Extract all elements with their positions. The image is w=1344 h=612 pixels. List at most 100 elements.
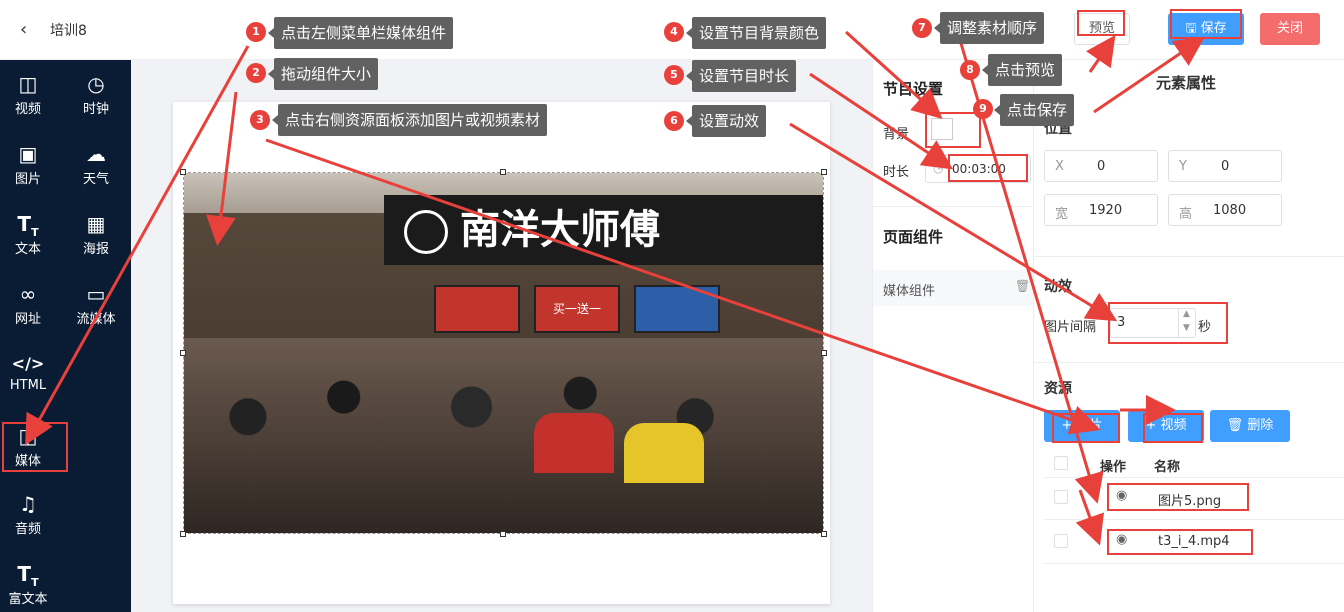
element-properties-title: 元素属性 bbox=[1156, 74, 1217, 92]
photo-shop-sign: 南洋大师傅 bbox=[384, 195, 823, 265]
photo-person bbox=[534, 413, 614, 473]
divider bbox=[1034, 256, 1344, 257]
sidebar-item-image[interactable]: ▣ 图片 bbox=[0, 130, 56, 190]
row-checkbox[interactable] bbox=[1054, 490, 1068, 504]
sidebar-item-label: 时钟 bbox=[82, 102, 109, 117]
sidebar-item-html[interactable]: </> HTML bbox=[0, 340, 56, 400]
trash-icon: 🗑 bbox=[1226, 418, 1248, 433]
photo-screen bbox=[634, 285, 720, 333]
program-stage[interactable]: 南洋大师傅 买一送一 bbox=[173, 102, 830, 604]
sidebar-item-audio[interactable]: ♫ 音频 bbox=[0, 480, 56, 540]
sidebar-item-label: 天气 bbox=[82, 172, 109, 187]
height-label: 高 bbox=[1179, 207, 1193, 222]
sidebar-item-label: 图片 bbox=[14, 172, 41, 187]
resize-handle[interactable] bbox=[180, 531, 186, 537]
clock-icon: ◷ bbox=[87, 72, 105, 96]
duration-label: 时长 bbox=[883, 165, 910, 180]
highlight-add-image bbox=[1052, 413, 1120, 443]
highlight-duration bbox=[948, 154, 1028, 182]
resize-handle[interactable] bbox=[821, 169, 827, 175]
column-header-action: 操作 bbox=[1100, 460, 1127, 475]
select-all-checkbox[interactable] bbox=[1054, 456, 1068, 470]
step-tooltip: 设置节目时长 bbox=[685, 60, 797, 92]
video-icon: ◫ bbox=[18, 72, 38, 96]
resize-handle[interactable] bbox=[500, 169, 506, 175]
resize-handle[interactable] bbox=[180, 169, 186, 175]
step-tooltip: 点击预览 bbox=[981, 54, 1063, 86]
resize-handle[interactable] bbox=[500, 531, 506, 537]
height-value: 1080 bbox=[1213, 203, 1247, 218]
rich-text-icon: TT bbox=[17, 562, 39, 589]
resources-section-title: 资源 bbox=[1044, 381, 1072, 397]
clock-icon: ◷ bbox=[933, 161, 944, 175]
sidebar-item-label: 文本 bbox=[14, 242, 41, 257]
column-header-name: 名称 bbox=[1154, 460, 1181, 475]
step-badge: 8 bbox=[960, 60, 980, 80]
photo-screen bbox=[434, 285, 520, 333]
trash-icon[interactable]: 🗑 bbox=[1015, 279, 1030, 293]
photo-person bbox=[624, 423, 704, 483]
x-label: X bbox=[1055, 159, 1064, 174]
highlight-row-1 bbox=[1107, 483, 1249, 511]
image-interval-label: 图片间隔 bbox=[1044, 320, 1097, 335]
row-checkbox[interactable] bbox=[1054, 534, 1068, 548]
resize-handle[interactable] bbox=[821, 350, 827, 356]
sidebar-item-rich-text[interactable]: TT 富文本 bbox=[0, 550, 56, 610]
step-badge: 5 bbox=[664, 65, 684, 85]
step-badge: 1 bbox=[246, 22, 266, 42]
code-icon: </> bbox=[11, 354, 45, 373]
divider bbox=[1034, 362, 1344, 363]
x-input[interactable]: X 0 bbox=[1044, 150, 1158, 182]
sidebar-item-label: 音频 bbox=[14, 522, 41, 537]
y-value: 0 bbox=[1221, 159, 1230, 174]
sidebar-item-link[interactable]: ∞ 网址 bbox=[0, 270, 56, 330]
close-button[interactable]: 关闭 bbox=[1260, 13, 1320, 45]
sidebar-item-label: 网址 bbox=[14, 312, 41, 327]
step-tooltip: 点击右侧资源面板添加图片或视频素材 bbox=[271, 104, 548, 136]
resize-handle[interactable] bbox=[180, 350, 186, 356]
page-components-title: 页面组件 bbox=[883, 228, 944, 246]
sidebar-item-label: 视频 bbox=[14, 102, 41, 117]
step-badge: 6 bbox=[664, 111, 684, 131]
step-badge: 7 bbox=[912, 18, 932, 38]
resource-table-header: 操作 名称 bbox=[1044, 452, 1344, 478]
background-label: 背景 bbox=[883, 127, 910, 142]
image-icon: ▣ bbox=[18, 142, 38, 166]
sidebar-item-label: HTML bbox=[9, 378, 47, 393]
component-name: 媒体组件 bbox=[883, 284, 936, 299]
chevron-left-icon[interactable]: ‹ bbox=[20, 19, 27, 40]
width-value: 1920 bbox=[1089, 203, 1123, 218]
sidebar-item-label: 海报 bbox=[82, 242, 109, 257]
width-input[interactable]: 宽 1920 bbox=[1044, 194, 1158, 226]
sidebar-item-stream[interactable]: ▭ 流媒体 bbox=[68, 270, 124, 330]
step-tooltip: 拖动组件大小 bbox=[267, 58, 379, 90]
step-tooltip: 设置节目背景颜色 bbox=[685, 17, 827, 49]
cloud-icon: ☁ bbox=[86, 142, 106, 166]
x-value: 0 bbox=[1097, 159, 1106, 174]
component-list-item[interactable]: 媒体组件 🗑 bbox=[873, 270, 1033, 306]
highlight-row-2 bbox=[1107, 529, 1253, 555]
step-badge: 9 bbox=[973, 99, 993, 119]
text-icon: TT bbox=[17, 212, 39, 239]
sidebar-item-text[interactable]: TT 文本 bbox=[0, 200, 56, 260]
y-input[interactable]: Y 0 bbox=[1168, 150, 1282, 182]
height-input[interactable]: 高 1080 bbox=[1168, 194, 1282, 226]
editor-canvas-area: 南洋大师傅 买一送一 bbox=[131, 60, 872, 612]
media-component[interactable]: 南洋大师傅 买一送一 bbox=[183, 172, 824, 534]
sidebar-item-weather[interactable]: ☁ 天气 bbox=[68, 130, 124, 190]
sidebar-item-clock[interactable]: ◷ 时钟 bbox=[68, 60, 124, 120]
delete-button[interactable]: 🗑 删除 bbox=[1210, 410, 1290, 442]
step-badge: 3 bbox=[250, 110, 270, 130]
resize-handle[interactable] bbox=[821, 531, 827, 537]
program-settings-title: 节目设置 bbox=[883, 80, 944, 98]
width-label: 宽 bbox=[1055, 207, 1069, 222]
animation-section-title: 动效 bbox=[1044, 279, 1072, 295]
page-title: 培训8 bbox=[50, 23, 87, 39]
sidebar-item-poster[interactable]: ▦ 海报 bbox=[68, 200, 124, 260]
sidebar-item-video[interactable]: ◫ 视频 bbox=[0, 60, 56, 120]
sidebar-item-label: 流媒体 bbox=[76, 312, 116, 327]
highlight-background bbox=[925, 112, 981, 148]
step-tooltip: 点击左侧菜单栏媒体组件 bbox=[267, 17, 454, 49]
photo-menu-screens: 买一送一 bbox=[434, 285, 724, 335]
photo-sign-text: 南洋大师傅 bbox=[460, 207, 660, 253]
